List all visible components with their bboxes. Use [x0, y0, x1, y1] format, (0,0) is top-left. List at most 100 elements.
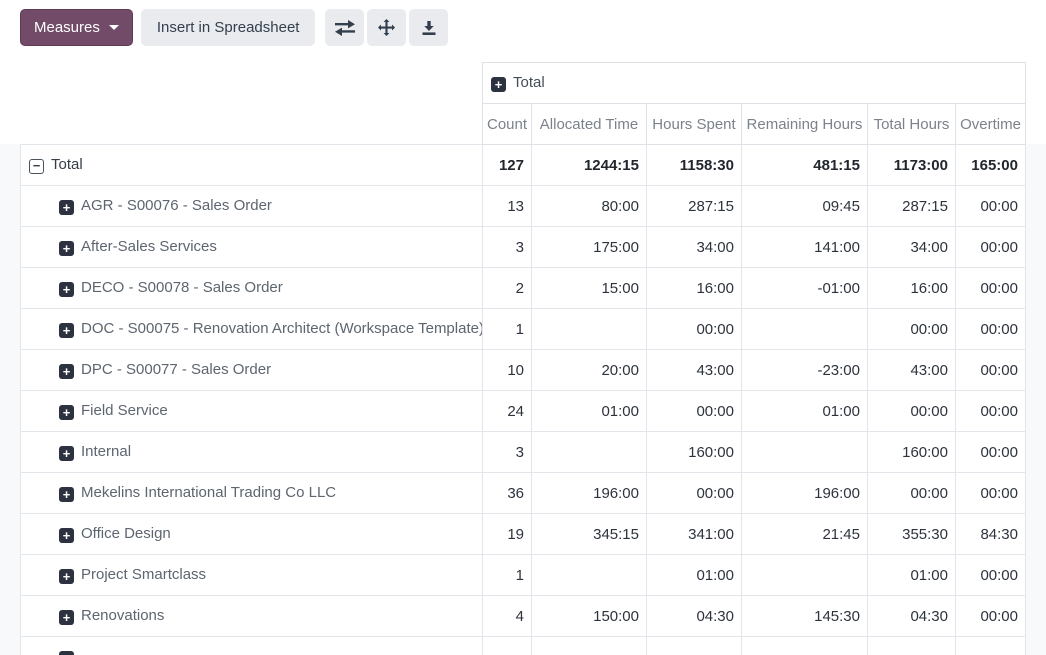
expand-row-icon: [59, 241, 74, 256]
pivot-view: Measures Insert in Spreadsheet: [0, 0, 1046, 655]
value-cell: 13: [483, 186, 532, 227]
download-button[interactable]: [409, 9, 448, 46]
value-cell: 4: [483, 596, 532, 637]
flip-axis-button[interactable]: [325, 9, 364, 46]
value-cell: 01:00: [532, 391, 647, 432]
row-header-label: DOC - S00075 - Renovation Architect (Wor…: [81, 320, 483, 337]
column-header-hours-spent[interactable]: Hours Spent: [647, 104, 742, 145]
value-cell: 00:00: [956, 555, 1026, 596]
column-header-overtime[interactable]: Overtime: [956, 104, 1026, 145]
row-header-label: Mekelins International Trading Co LLC: [81, 484, 336, 501]
value-cell: 01:00: [868, 555, 956, 596]
row-header-after-sales-services[interactable]: After-Sales Services: [21, 227, 483, 268]
expand-row-icon: [59, 569, 74, 584]
row-header-project-smartclass[interactable]: Project Smartclass: [21, 555, 483, 596]
column-header-allocated-time[interactable]: Allocated Time: [532, 104, 647, 145]
column-group-row: Total: [21, 63, 1026, 104]
value-cell: 160:00: [647, 432, 742, 473]
row-header-renovations[interactable]: Renovations: [21, 596, 483, 637]
row-header-deco-s00078-sales-order[interactable]: DECO - S00078 - Sales Order: [21, 268, 483, 309]
row-header-row[interactable]: [21, 637, 483, 655]
insert-in-spreadsheet-button[interactable]: Insert in Spreadsheet: [141, 9, 316, 46]
row-header-label: AGR - S00076 - Sales Order: [81, 197, 272, 214]
value-cell: 00:00: [956, 309, 1026, 350]
corner-blank-cell: [21, 63, 483, 104]
column-header-total-hours[interactable]: Total Hours: [868, 104, 956, 145]
value-cell: 80:00: [532, 186, 647, 227]
value-cell: 04:30: [868, 596, 956, 637]
value-cell: 36: [483, 473, 532, 514]
pivot-body: Total1271244:151158:30481:151173:00165:0…: [21, 145, 1026, 655]
value-cell: 145:30: [742, 596, 868, 637]
value-cell: [532, 637, 647, 655]
column-group-label: Total: [513, 74, 545, 91]
value-cell: 00:00: [868, 309, 956, 350]
row-header-mekelins-international-trading-co-llc[interactable]: Mekelins International Trading Co LLC: [21, 473, 483, 514]
value-cell: 00:00: [956, 596, 1026, 637]
collapse-row-icon: [29, 159, 44, 174]
table-row: AGR - S00076 - Sales Order1380:00287:150…: [21, 186, 1026, 227]
column-header-remaining-hours[interactable]: Remaining Hours: [742, 104, 868, 145]
expand-all-icon: [378, 19, 395, 36]
value-cell: 00:00: [956, 391, 1026, 432]
value-cell: [742, 432, 868, 473]
measures-button-label: Measures: [34, 19, 100, 36]
value-cell: 1: [483, 309, 532, 350]
row-header-label: After-Sales Services: [81, 238, 217, 255]
row-header-label: DECO - S00078 - Sales Order: [81, 279, 283, 296]
expand-row-icon: [59, 282, 74, 297]
value-cell: -23:00: [742, 350, 868, 391]
value-cell: 00:00: [956, 432, 1026, 473]
row-header-label: Total: [51, 156, 83, 173]
row-header-label: Project Smartclass: [81, 566, 206, 583]
column-group-header-total[interactable]: Total: [483, 63, 1026, 104]
row-header-total[interactable]: Total: [21, 145, 483, 186]
value-cell: 481:15: [742, 145, 868, 186]
value-cell: 341:00: [647, 514, 742, 555]
measures-button[interactable]: Measures: [20, 9, 133, 46]
value-cell: 43:00: [868, 350, 956, 391]
table-row: Office Design19345:15341:0021:45355:3084…: [21, 514, 1026, 555]
value-cell: 01:00: [742, 391, 868, 432]
row-header-field-service[interactable]: Field Service: [21, 391, 483, 432]
value-cell: [742, 309, 868, 350]
value-cell: 345:15: [532, 514, 647, 555]
value-cell: 43:00: [647, 350, 742, 391]
row-header-internal[interactable]: Internal: [21, 432, 483, 473]
value-cell: 160:00: [868, 432, 956, 473]
value-cell: 1: [483, 555, 532, 596]
row-header-agr-s00076-sales-order[interactable]: AGR - S00076 - Sales Order: [21, 186, 483, 227]
value-cell: [647, 637, 742, 655]
value-cell: 00:00: [868, 391, 956, 432]
table-row: Renovations4150:0004:30145:3004:3000:00: [21, 596, 1026, 637]
expand-row-icon: [59, 364, 74, 379]
value-cell: [483, 637, 532, 655]
download-icon: [421, 20, 437, 36]
value-cell: 01:00: [647, 555, 742, 596]
value-cell: [956, 637, 1026, 655]
value-cell: 1173:00: [868, 145, 956, 186]
value-cell: -01:00: [742, 268, 868, 309]
pivot-icon-buttons: [325, 9, 448, 46]
value-cell: 16:00: [868, 268, 956, 309]
expand-row-icon: [59, 200, 74, 215]
pivot-table: Total CountAllocated TimeHours SpentRema…: [20, 62, 1026, 655]
corner-blank-cell: [21, 104, 483, 145]
measure-header-row: CountAllocated TimeHours SpentRemaining …: [21, 104, 1026, 145]
value-cell: 00:00: [956, 186, 1026, 227]
value-cell: [532, 555, 647, 596]
table-row: After-Sales Services3175:0034:00141:0034…: [21, 227, 1026, 268]
expand-row-icon: [59, 610, 74, 625]
table-row: Project Smartclass101:0001:0000:00: [21, 555, 1026, 596]
expand-column-icon: [491, 77, 506, 92]
row-header-doc-s00075-renovation-architect-workspace-template[interactable]: DOC - S00075 - Renovation Architect (Wor…: [21, 309, 483, 350]
column-header-count[interactable]: Count: [483, 104, 532, 145]
row-header-office-design[interactable]: Office Design: [21, 514, 483, 555]
value-cell: 2: [483, 268, 532, 309]
row-header-dpc-s00077-sales-order[interactable]: DPC - S00077 - Sales Order: [21, 350, 483, 391]
expand-all-button[interactable]: [367, 9, 406, 46]
value-cell: 16:00: [647, 268, 742, 309]
value-cell: 287:15: [647, 186, 742, 227]
value-cell: 287:15: [868, 186, 956, 227]
value-cell: 04:30: [647, 596, 742, 637]
